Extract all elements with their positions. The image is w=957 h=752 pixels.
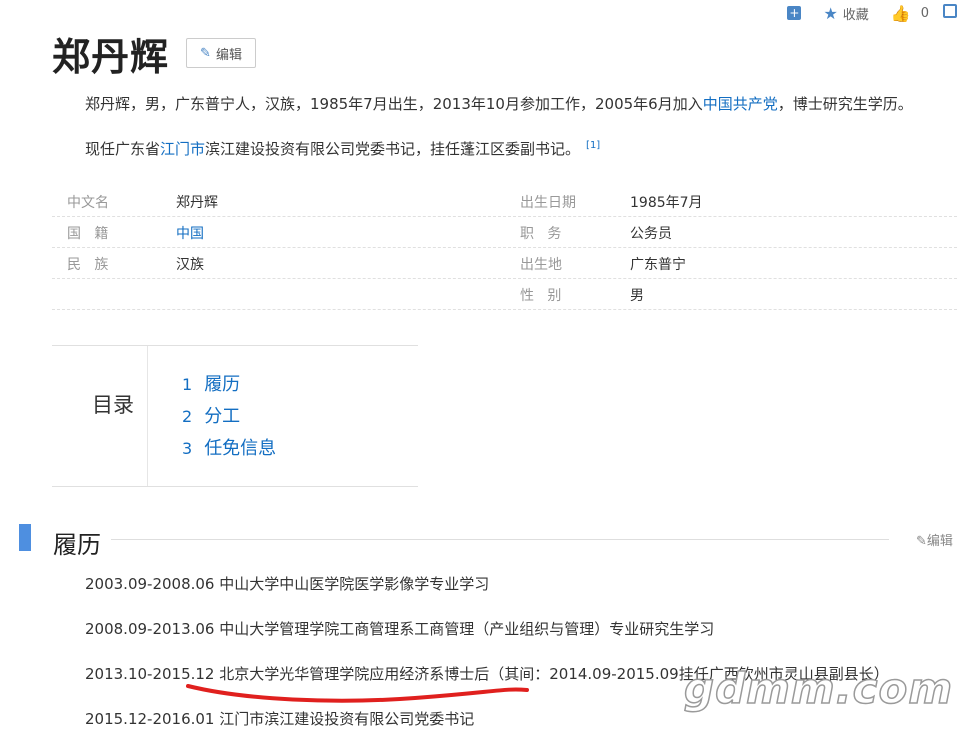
summary-paragraph-2: 现任广东省江门市滨江建设投资有限公司党委书记，挂任蓬江区委副书记。 [1] [85,138,600,159]
info-row: 民 族 汉族 出生地 广东普宁 [52,248,957,279]
pencil-icon: ✎ [916,534,927,549]
info-value: 郑丹辉 [176,195,218,211]
section-divider [111,539,889,540]
info-label: 职 务 [520,226,562,242]
link-cpc[interactable]: 中国共产党 [703,95,778,113]
star-icon: ★ [823,3,838,23]
info-label: 性 别 [520,288,562,304]
share-icon[interactable] [943,4,957,22]
summary-paragraph-1: 郑丹辉，男，广东普宁人，汉族，1985年7月出生，2013年10月参加工作，20… [85,93,913,114]
collect-button[interactable]: ★ 收藏 [823,4,868,23]
link-jiangmen[interactable]: 江门市 [160,140,205,158]
summary-text: 现任广东省 [85,140,161,158]
edit-label: 编辑 [215,47,242,63]
info-value: 汉族 [176,257,204,273]
toc-label: 履历 [204,374,241,395]
like-count: 0 [920,5,929,21]
top-action-bar: + ★ 收藏 👍 0 [787,0,957,26]
like-button[interactable]: 👍 0 [891,4,929,23]
toc-number: 3 [182,439,193,458]
bio-item: 2015.12-2016.01 江门市滨江建设投资有限公司党委书记 [85,710,475,728]
summary-text: ，博士研究生学历。 [777,95,913,113]
toc-item-division[interactable]: 2 分工 [182,402,240,428]
basic-info-table: 中文名 郑丹辉 出生日期 1985年7月 国 籍 中国 职 务 公务员 民 族 … [52,186,957,310]
toc-item-appointment[interactable]: 3 任免信息 [182,434,276,460]
reference-link[interactable]: [1] [586,140,600,151]
info-value: 公务员 [630,226,672,242]
info-value: 1985年7月 [630,195,703,211]
summary-text: 郑丹辉，男，广东普宁人，汉族，1985年7月出生，2013年10月参加工作，20… [85,95,703,113]
info-row: 国 籍 中国 职 务 公务员 [52,217,957,248]
info-value: 男 [630,288,644,304]
section-edit-label: 编辑 [926,534,953,549]
section-title: 履历 [53,531,101,559]
info-row: 中文名 郑丹辉 出生日期 1985年7月 [52,186,957,217]
info-label: 中文名 [67,195,109,211]
summary-text: 滨江建设投资有限公司党委书记，挂任蓬江区委副书记。 [205,140,581,158]
info-label: 国 籍 [67,226,109,242]
add-icon[interactable]: + [787,5,802,21]
pencil-icon: ✎ [200,45,211,61]
toc-item-resume[interactable]: 1 履历 [182,370,240,396]
watermark-logo: gdmm.com [683,663,954,714]
bio-item: 2008.09-2013.06 中山大学管理学院工商管理系工商管理（产业组织与管… [85,620,715,638]
section-accent-bar [19,524,31,551]
info-label: 出生日期 [520,195,576,211]
info-value: 广东普宁 [630,257,686,273]
bio-item: 2003.09-2008.06 中山大学中山医学院医学影像学专业学习 [85,575,490,593]
edit-button[interactable]: ✎ 编辑 [186,38,256,68]
toc-number: 2 [182,407,193,426]
thumbs-up-icon: 👍 [890,3,911,23]
toc-heading-box: 目录 [52,346,148,486]
table-of-contents: 目录 1 履历 2 分工 3 任免信息 [52,345,418,487]
link-china[interactable]: 中国 [176,223,204,243]
info-label: 民 族 [67,257,109,273]
toc-number: 1 [182,375,193,394]
section-edit-button[interactable]: ✎编辑 [916,530,953,549]
page-title: 郑丹辉 [52,35,170,79]
info-row: 性 别 男 [52,279,957,310]
red-underline-annotation [186,684,529,703]
collect-label: 收藏 [842,7,869,23]
toc-label: 分工 [204,406,241,427]
toc-label: 任免信息 [204,438,277,459]
toc-heading: 目录 [92,393,134,417]
info-label: 出生地 [520,257,562,273]
